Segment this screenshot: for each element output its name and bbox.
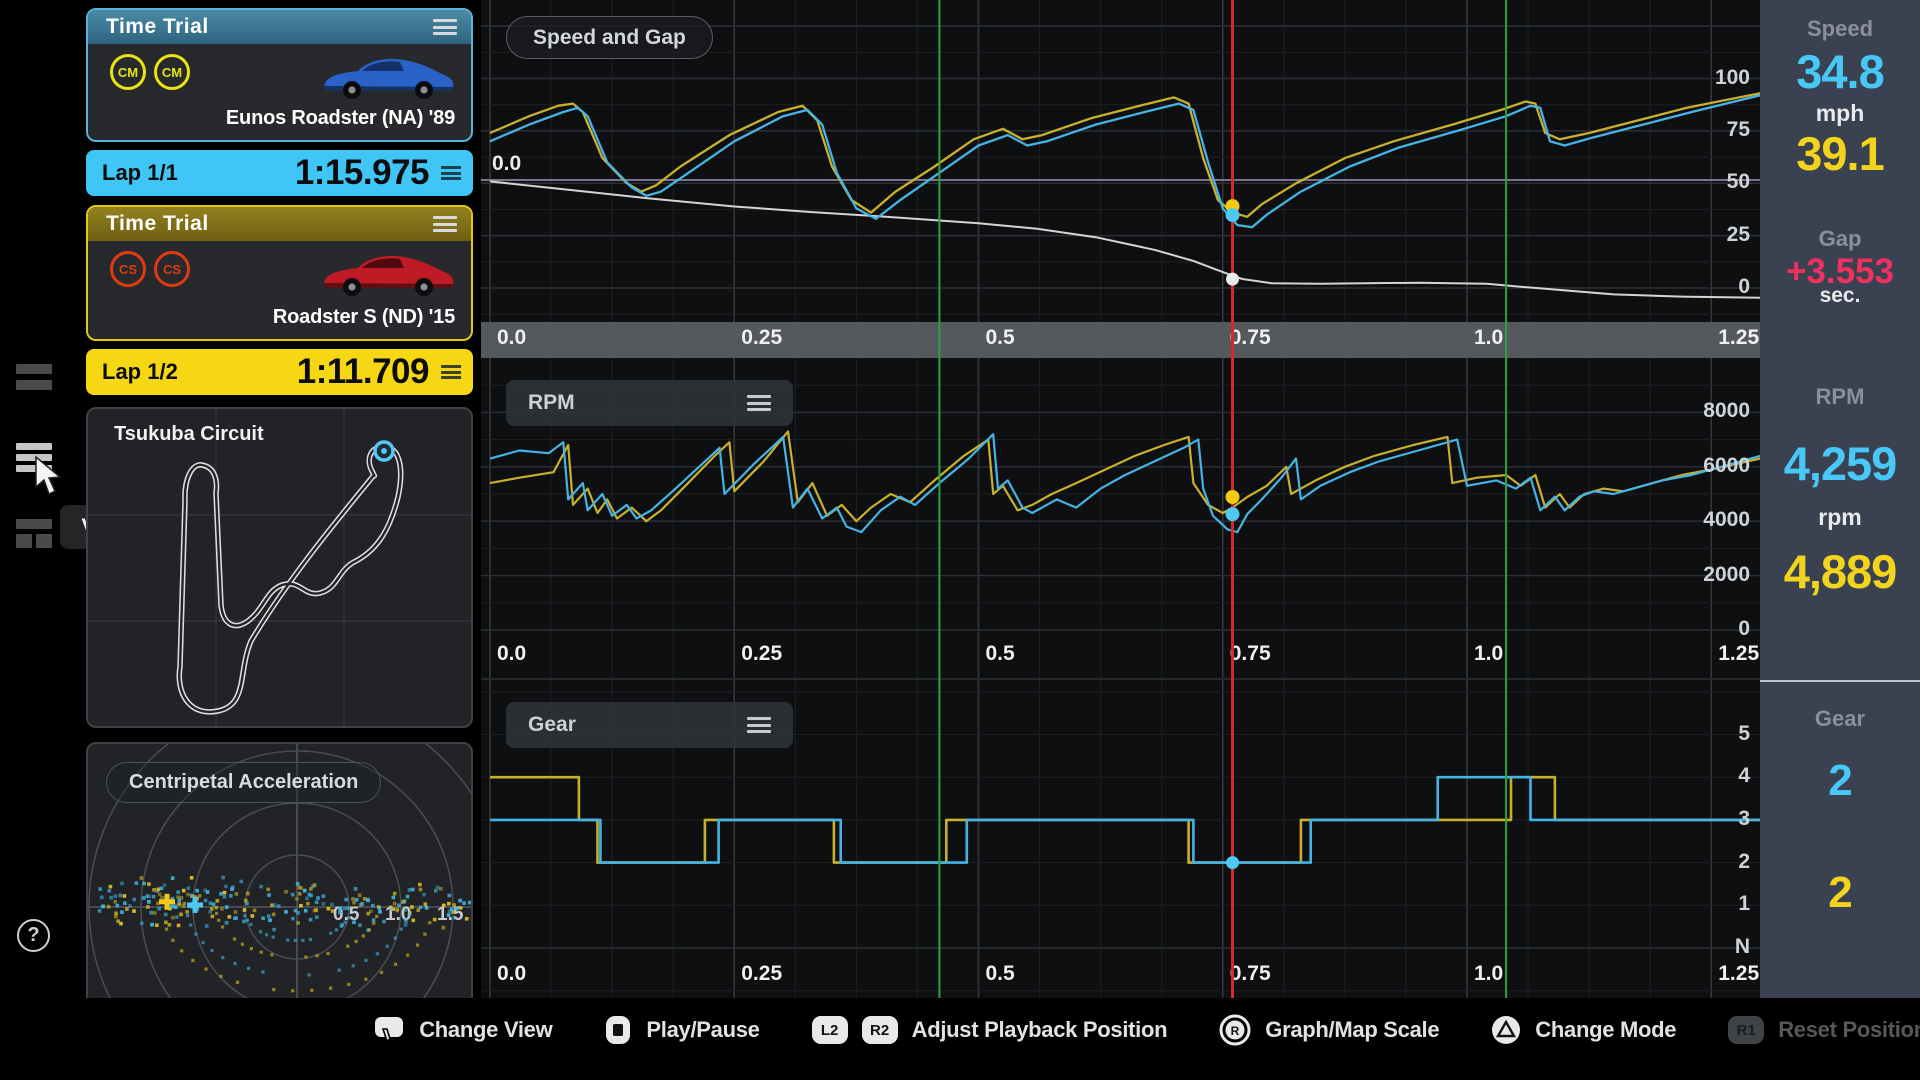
track-map-panel: Tsukuba Circuit — [86, 407, 473, 728]
lap-row-car-1[interactable]: Lap 1/1 1:15.975 — [86, 150, 473, 196]
controller-hint-bar: Change View Play/Pause L2 R2 Adjust Play… — [0, 998, 1920, 1080]
telemetry-screen: View 2 ? Time Trial CM CM Eunos Roadster… — [0, 0, 1920, 1080]
car-position-marker — [375, 442, 393, 460]
gear-value-car2: 2 — [1760, 868, 1920, 918]
car-image-blue-roadster — [314, 46, 460, 102]
rpm-chart-header[interactable]: RPM — [506, 380, 793, 426]
gear-menu-icon[interactable] — [747, 717, 771, 733]
r1-button-icon: R1 — [1728, 1016, 1764, 1044]
rpm-menu-icon[interactable] — [747, 395, 771, 411]
mouse-cursor — [33, 455, 69, 499]
triangle-button-icon — [1491, 1015, 1521, 1045]
lap-label: Lap 1/2 — [102, 359, 178, 385]
telemetry-sidebar: Speed 34.8 mph 39.1 Gap +3.553 sec. RPM … — [1760, 0, 1920, 998]
rpm-value-car1: 4,259 — [1760, 436, 1920, 491]
car-card-1[interactable]: Time Trial CM CM Eunos Roadster (NA) '89 — [86, 8, 473, 142]
rpm-label: RPM — [1760, 384, 1920, 410]
gear-value-car1: 2 — [1760, 756, 1920, 806]
reset-position-hint: R1 Reset Position — [1728, 1016, 1920, 1044]
graph-map-scale-hint[interactable]: R Graph/Map Scale — [1219, 1014, 1439, 1046]
lap-row-car-2[interactable]: Lap 1/2 1:11.709 — [86, 349, 473, 395]
speed-label: Speed — [1760, 16, 1920, 42]
view-3-button[interactable] — [16, 519, 52, 559]
adjust-playback-hint[interactable]: L2 R2 Adjust Playback Position — [812, 1016, 1168, 1044]
gear-chart-header[interactable]: Gear — [506, 702, 793, 748]
right-stick-icon: R — [1219, 1014, 1251, 1046]
lap-time: 1:15.975 — [295, 153, 429, 193]
l2-button-icon: L2 — [812, 1016, 848, 1044]
card-menu-icon[interactable] — [433, 216, 457, 232]
help-button[interactable]: ? — [17, 919, 50, 952]
speed-gap-chart-title: Speed and Gap — [506, 16, 713, 59]
mode-label: Time Trial — [106, 15, 209, 39]
track-name: Tsukuba Circuit — [114, 423, 264, 446]
change-view-hint[interactable]: Change View — [373, 1015, 552, 1045]
pad-press-icon — [604, 1015, 632, 1045]
track-map — [88, 409, 471, 726]
speed-unit: mph — [1760, 100, 1920, 127]
tire-badge: CS — [110, 251, 146, 287]
car-card-1-header: Time Trial — [88, 10, 471, 44]
car-name: Eunos Roadster (NA) '89 — [226, 107, 455, 130]
card-menu-icon[interactable] — [433, 19, 457, 35]
centripetal-title: Centripetal Acceleration — [106, 762, 381, 803]
svg-text:R: R — [1231, 1024, 1240, 1038]
gap-zero-label: 0.0 — [492, 152, 521, 176]
play-pause-hint[interactable]: Play/Pause — [604, 1015, 759, 1045]
rpm-unit: rpm — [1760, 504, 1920, 531]
touchpad-icon — [373, 1015, 405, 1045]
car-name: Roadster S (ND) '15 — [273, 306, 455, 329]
speed-value-car2: 39.1 — [1760, 126, 1920, 181]
tire-badge: CS — [154, 251, 190, 287]
view-1-button[interactable] — [16, 364, 52, 392]
car-image-red-roadster — [314, 243, 460, 299]
gap-label: Gap — [1760, 226, 1920, 252]
r2-button-icon: R2 — [862, 1016, 898, 1044]
tire-badge: CM — [154, 54, 190, 90]
view-3-icon — [16, 519, 52, 529]
sidebar-divider — [1760, 680, 1920, 682]
rpm-value-car2: 4,889 — [1760, 544, 1920, 599]
view-2-icon — [16, 443, 52, 450]
view-1-icon — [16, 364, 52, 374]
change-mode-hint[interactable]: Change Mode — [1491, 1015, 1676, 1045]
gear-label: Gear — [1760, 706, 1920, 732]
car-card-2[interactable]: Time Trial CS CS Roadster S (ND) '15 — [86, 205, 473, 341]
gap-unit: sec. — [1760, 284, 1920, 308]
tire-badge: CM — [110, 54, 146, 90]
lap-label: Lap 1/1 — [102, 160, 178, 186]
lap-menu-icon[interactable] — [441, 166, 461, 180]
lap-menu-icon[interactable] — [441, 365, 461, 379]
mode-label: Time Trial — [106, 212, 209, 236]
speed-value-car1: 34.8 — [1760, 44, 1920, 99]
car-card-2-header: Time Trial — [88, 207, 471, 241]
lap-time: 1:11.709 — [297, 352, 429, 392]
distance-axis-strip[interactable] — [481, 322, 1760, 358]
